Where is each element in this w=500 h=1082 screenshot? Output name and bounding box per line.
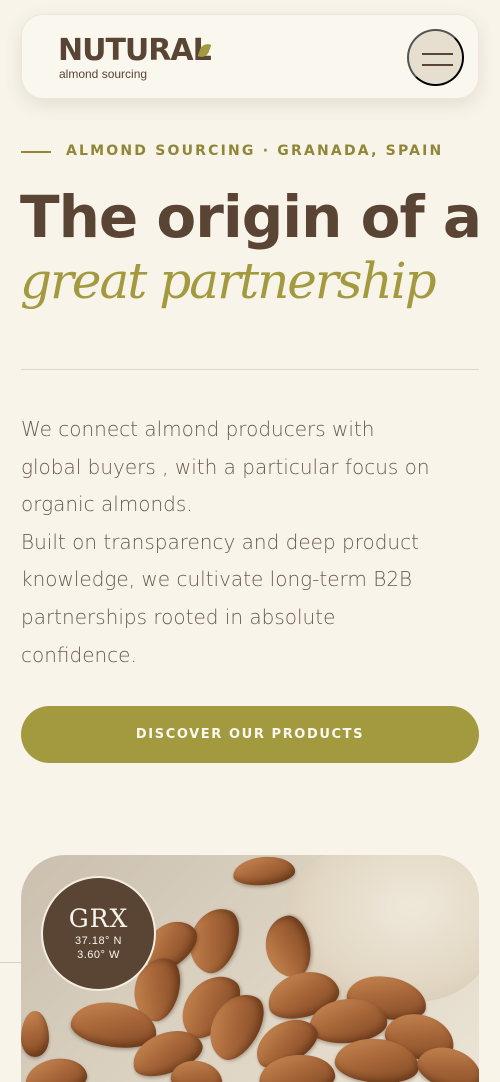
hero-title-accent: great partnership xyxy=(20,252,437,310)
hamburger-menu-icon xyxy=(422,53,453,55)
hero-eyebrow: ALMOND SOURCING · GRANADA, SPAIN xyxy=(66,143,444,159)
intro-line: Built on transparency and deep product xyxy=(21,529,419,554)
intro-line: partnerships rooted in absolute xyxy=(21,604,336,629)
intro-line: We connect almond producers with xyxy=(21,417,375,441)
origin-longitude: 3.60° W xyxy=(77,949,120,961)
intro-line: knowledge, we cultivate long-term B2B xyxy=(21,567,413,592)
site-header: NUTURAL almond sourcing xyxy=(21,14,479,99)
menu-button[interactable] xyxy=(407,29,464,86)
origin-code: GRX xyxy=(68,904,129,933)
logo-tagline: almond sourcing xyxy=(59,67,148,81)
hamburger-menu-icon xyxy=(422,64,453,66)
eyebrow-divider xyxy=(21,151,51,153)
discover-products-button[interactable]: DISCOVER OUR PRODUCTS xyxy=(21,706,479,763)
logo-wordmark: NUTURAL xyxy=(58,33,212,68)
almond xyxy=(22,1053,90,1082)
intro-line: global buyers , with a particular focus … xyxy=(21,454,430,479)
hero-intro: We connect almond producers with global … xyxy=(21,411,479,674)
origin-badge: GRX 37.18° N 3.60° W xyxy=(41,876,156,991)
origin-latitude: 37.18° N xyxy=(75,935,122,947)
hero-title: The origin of a xyxy=(20,183,482,251)
intro-line: organic almonds. xyxy=(21,492,193,517)
almond xyxy=(21,1011,49,1057)
almond xyxy=(231,855,297,888)
brand-logo[interactable]: NUTURAL almond sourcing xyxy=(58,33,212,82)
intro-line: confidence. xyxy=(21,642,137,667)
section-divider xyxy=(21,369,479,370)
